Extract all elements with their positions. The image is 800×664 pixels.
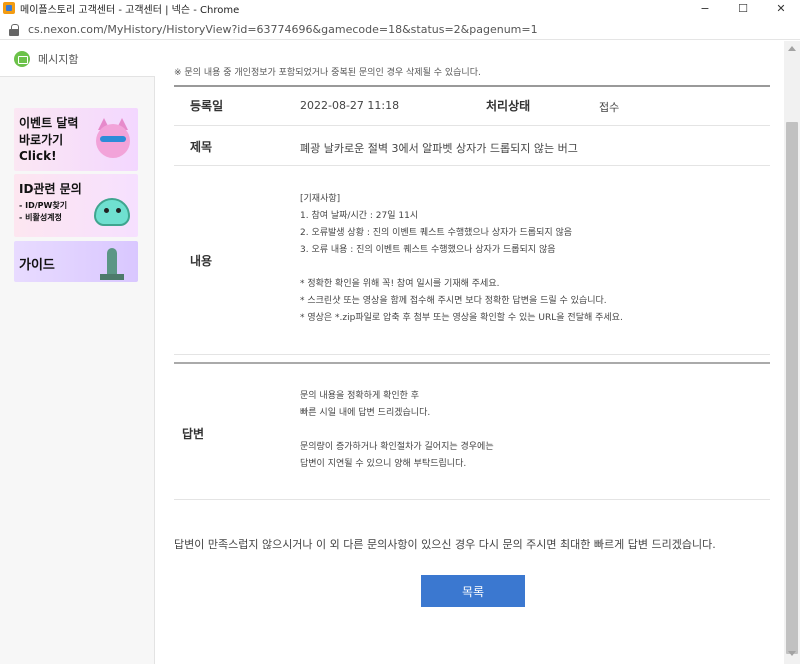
- table-top-divider: [174, 85, 770, 87]
- content-label: 내용: [190, 254, 213, 268]
- slime-character-icon: [92, 188, 132, 228]
- scroll-up-arrow-icon[interactable]: [788, 46, 796, 51]
- banner-line: 가이드: [19, 258, 55, 273]
- row-divider: [174, 354, 770, 355]
- message-box-label: 메시지함: [38, 52, 79, 66]
- banner-line: ID관련 문의: [19, 182, 82, 196]
- answer-line: 문의량이 증가하거나 확인절차가 길어지는 경우에는: [300, 442, 494, 452]
- answer-body: 문의 내용을 정확하게 확인한 후 빠른 시일 내에 답변 드리겠습니다. 문의…: [300, 388, 494, 473]
- registered-date-label: 등록일: [190, 99, 224, 113]
- status-label: 처리상태: [486, 99, 531, 113]
- row-divider: [174, 499, 770, 500]
- envelope-icon: [14, 50, 30, 67]
- content-line: * 영상은 *.zip파일로 압축 후 첨부 또는 영상을 확인할 수 있는 U…: [300, 313, 623, 323]
- content-line: * 스크린샷 또는 영상을 함께 접수해 주시면 보다 정확한 답변을 드릴 수…: [300, 296, 607, 306]
- minimize-button[interactable]: −: [686, 0, 724, 16]
- window-titlebar: 메이플스토리 고객센터 - 고객센터 | 넥슨 - Chrome − ☐ ✕: [0, 0, 800, 16]
- message-box-link[interactable]: 메시지함: [0, 41, 155, 77]
- lock-icon[interactable]: [8, 23, 20, 36]
- guide-banner[interactable]: 가이드: [14, 241, 138, 282]
- banner-line: 이벤트 달력: [19, 116, 79, 130]
- address-bar[interactable]: cs.nexon.com/MyHistory/HistoryView?id=63…: [0, 20, 800, 40]
- sidebar: 메시지함 이벤트 달력 바로가기 Click! ID관련 문의 - ID/PW찾…: [0, 41, 155, 664]
- bottom-note: 답변이 만족스럽지 않으시거나 이 외 다른 문의사항이 있으신 경우 다시 문…: [174, 538, 716, 551]
- window-controls: − ☐ ✕: [686, 0, 800, 16]
- statue-character-icon: [100, 244, 124, 280]
- list-button[interactable]: 목록: [421, 575, 525, 607]
- answer-top-divider: [174, 362, 770, 364]
- status-value: 접수: [599, 101, 620, 114]
- url-text[interactable]: cs.nexon.com/MyHistory/HistoryView?id=63…: [28, 23, 538, 36]
- subject-value: 폐광 날카로운 절벽 3에서 알파벳 상자가 드롭되지 않는 버그: [300, 142, 578, 155]
- close-button[interactable]: ✕: [762, 0, 800, 16]
- banner-line: 바로가기: [19, 133, 64, 147]
- answer-line: 빠른 시일 내에 답변 드리겠습니다.: [300, 408, 431, 418]
- answer-label: 답변: [182, 427, 205, 441]
- content-line: [기재사항]: [300, 194, 341, 204]
- app-icon: [3, 2, 15, 14]
- banner-line: - ID/PW찾기: [19, 201, 68, 210]
- banner-line: - 비활성계정: [19, 213, 62, 222]
- content-line: 2. 오류발생 상황 : 진의 이벤트 퀘스트 수행했으나 상자가 드롭되지 않…: [300, 228, 573, 238]
- registered-date-value: 2022-08-27 11:18: [300, 99, 400, 112]
- row-divider: [174, 165, 770, 166]
- id-inquiry-banner[interactable]: ID관련 문의 - ID/PW찾기 - 비활성계정: [14, 174, 138, 237]
- pink-cat-character-icon: [90, 114, 134, 164]
- window-title: 메이플스토리 고객센터 - 고객센터 | 넥슨 - Chrome: [20, 4, 240, 16]
- answer-line: [300, 422, 494, 439]
- scroll-down-arrow-icon[interactable]: [788, 651, 796, 656]
- banner-line: Click!: [19, 149, 57, 163]
- content-line: [300, 259, 623, 276]
- answer-line: 문의 내용을 정확하게 확인한 후: [300, 391, 420, 401]
- content-line: 1. 참여 날짜/시간 : 27일 11시: [300, 211, 419, 221]
- content-line: * 정확한 확인을 위해 꼭! 참여 일시를 기재해 주세요.: [300, 279, 500, 289]
- maximize-button[interactable]: ☐: [724, 0, 762, 16]
- content-body: [기재사항] 1. 참여 날짜/시간 : 27일 11시 2. 오류발생 상황 …: [300, 191, 623, 327]
- row-divider: [174, 125, 770, 126]
- scrollbar-thumb[interactable]: [786, 122, 798, 654]
- answer-line: 답변이 지연될 수 있으니 양해 부탁드립니다.: [300, 459, 467, 469]
- privacy-notice: ※ 문의 내용 중 개인정보가 포함되었거나 중복된 문의인 경우 삭제될 수 …: [174, 68, 481, 78]
- content-line: 3. 오류 내용 : 진의 이벤트 퀘스트 수행했으나 상자가 드롭되지 않음: [300, 245, 556, 255]
- event-calendar-banner[interactable]: 이벤트 달력 바로가기 Click!: [14, 108, 138, 171]
- subject-label: 제목: [190, 140, 213, 154]
